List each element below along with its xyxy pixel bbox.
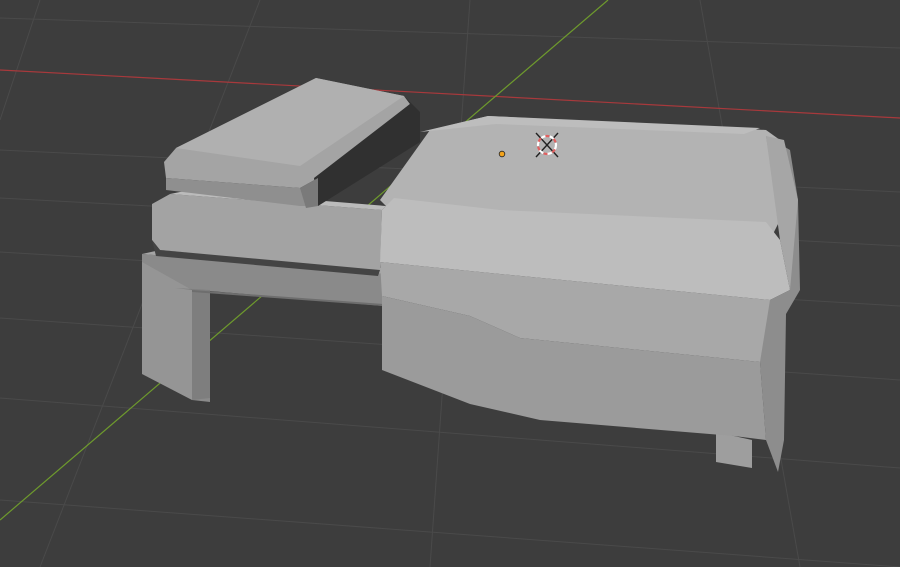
viewport-canvas[interactable] [0,0,900,567]
3d-viewport[interactable] [0,0,900,567]
object-origin-dot [498,150,506,158]
pillow[interactable] [164,78,420,208]
x-axis-line [0,69,900,119]
